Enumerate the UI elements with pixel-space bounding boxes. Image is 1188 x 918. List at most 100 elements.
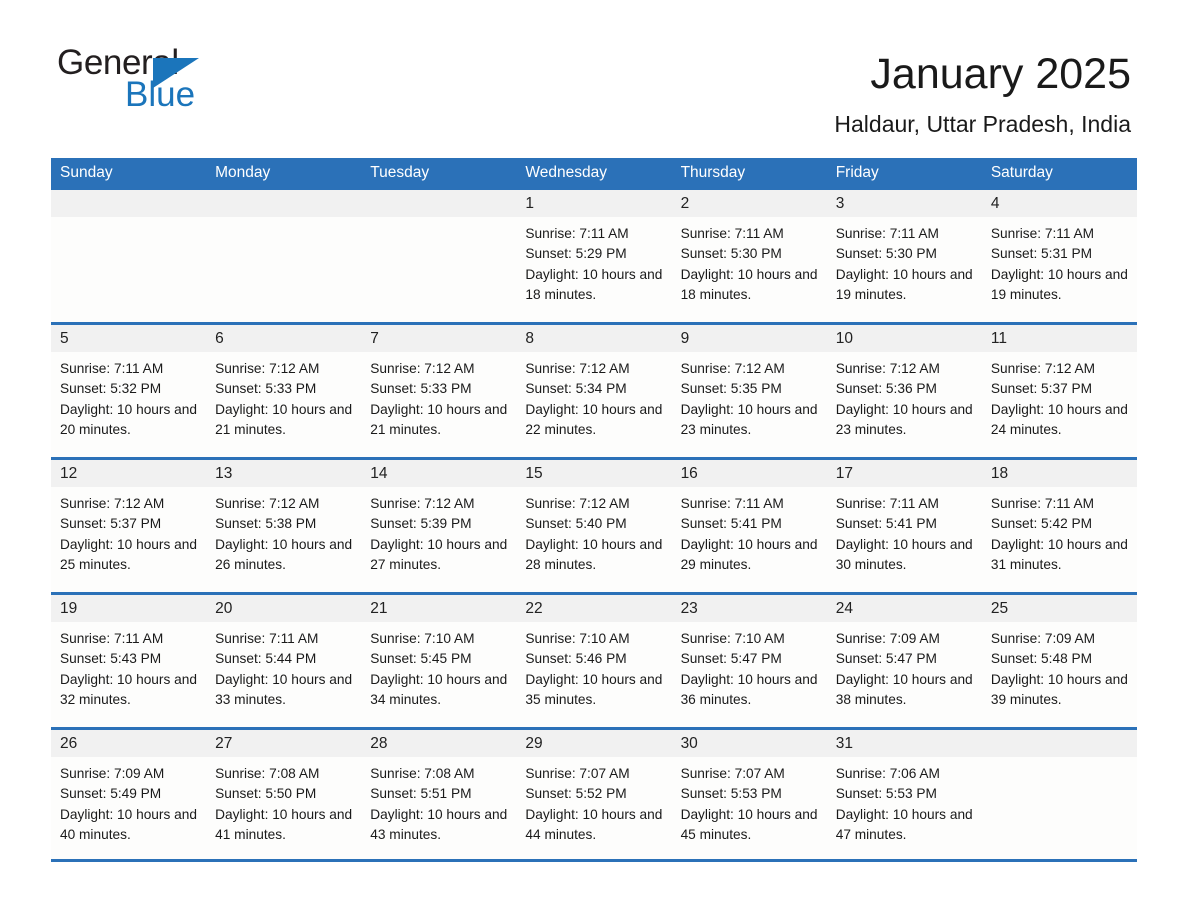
- daylight-text: Daylight: 10 hours and 33 minutes.: [215, 671, 353, 707]
- sunset-text: Sunset: 5:53 PM: [835, 786, 937, 802]
- calendar-day-cell[interactable]: 29 Sunrise: 7:07 AM Sunset: 5:52 PM Dayligh…: [516, 730, 672, 859]
- calendar-day-cell[interactable]: 16 Sunrise: 7:11 AM Sunset: 5:41 PM Dayligh…: [671, 460, 827, 592]
- day-details: Sunrise: 7:10 AM Sunset: 5:47 PM Daylight:…: [672, 622, 827, 710]
- sunrise-text: Sunrise: 7:11 AM: [215, 631, 319, 646]
- calendar-day-cell[interactable]: 10 Sunrise: 7:12 AM Sunset: 5:36 PM Dayligh…: [826, 325, 982, 457]
- triangle-flag-icon: [153, 58, 199, 88]
- calendar-day-cell[interactable]: 3 Sunrise: 7:11 AM Sunset: 5:30 PM Daylight…: [826, 190, 982, 322]
- calendar-day-cell[interactable]: 12 Sunrise: 7:12 AM Sunset: 5:37 PM Dayligh…: [51, 460, 207, 592]
- calendar-day-cell[interactable]: 20 Sunrise: 7:11 AM Sunset: 5:44 PM Dayligh…: [206, 595, 362, 727]
- daylight-text: Daylight: 10 hours and 39 minutes.: [990, 671, 1128, 707]
- day-number: 27: [206, 730, 362, 757]
- day-details: Sunrise: 7:12 AM Sunset: 5:36 PM Daylight:…: [827, 352, 982, 440]
- calendar-day-cell[interactable]: 19 Sunrise: 7:11 AM Sunset: 5:43 PM Dayligh…: [51, 595, 207, 727]
- calendar-day-cell[interactable]: 13 Sunrise: 7:12 AM Sunset: 5:38 PM Dayligh…: [206, 460, 362, 592]
- daylight-text: Daylight: 10 hours and 47 minutes.: [835, 806, 973, 842]
- daylight-text: Daylight: 10 hours and 30 minutes.: [835, 536, 973, 572]
- day-number: 29: [516, 730, 672, 757]
- sunrise-text: Sunrise: 7:11 AM: [835, 496, 939, 511]
- sunset-text: Sunset: 5:49 PM: [60, 786, 162, 802]
- sunrise-text: Sunrise: 7:12 AM: [525, 361, 630, 376]
- day-number: 17: [826, 460, 982, 487]
- calendar-day-cell[interactable]: 30 Sunrise: 7:07 AM Sunset: 5:53 PM Dayligh…: [671, 730, 827, 859]
- daylight-text: Daylight: 10 hours and 25 minutes.: [60, 536, 197, 572]
- day-details: Sunrise: 7:11 AM Sunset: 5:43 PM Daylight:…: [51, 622, 206, 710]
- calendar-day-cell-empty: [206, 190, 362, 322]
- day-details: Sunrise: 7:12 AM Sunset: 5:37 PM Daylight:…: [51, 487, 206, 575]
- calendar-day-cell[interactable]: 1 Sunrise: 7:11 AM Sunset: 5:29 PM Daylight…: [516, 190, 672, 322]
- sunrise-text: Sunrise: 7:08 AM: [215, 766, 320, 781]
- daylight-text: Daylight: 10 hours and 20 minutes.: [60, 401, 197, 437]
- day-number: 2: [671, 190, 827, 217]
- weekday-header-thursday: Thursday: [680, 164, 746, 181]
- day-details: Sunrise: 7:11 AM Sunset: 5:41 PM Daylight:…: [672, 487, 827, 575]
- generalblue-logo[interactable]: General Blue: [57, 44, 257, 124]
- sunrise-text: Sunrise: 7:11 AM: [525, 226, 629, 241]
- calendar-day-cell[interactable]: 27 Sunrise: 7:08 AM Sunset: 5:50 PM Dayligh…: [206, 730, 362, 859]
- sunrise-text: Sunrise: 7:07 AM: [680, 766, 785, 781]
- day-details: Sunrise: 7:12 AM Sunset: 5:34 PM Daylight:…: [516, 352, 671, 440]
- weekday-header-tuesday: Tuesday: [370, 164, 430, 181]
- sunset-text: Sunset: 5:43 PM: [60, 651, 162, 667]
- daylight-text: Daylight: 10 hours and 34 minutes.: [370, 671, 508, 707]
- day-details: Sunrise: 7:11 AM Sunset: 5:30 PM Daylight:…: [827, 217, 982, 305]
- daylight-text: Daylight: 10 hours and 40 minutes.: [60, 806, 197, 842]
- calendar-day-cell[interactable]: 2 Sunrise: 7:11 AM Sunset: 5:30 PM Daylight…: [671, 190, 827, 322]
- day-number: 11: [981, 325, 1137, 352]
- calendar-day-cell[interactable]: 18 Sunrise: 7:11 AM Sunset: 5:42 PM Dayligh…: [981, 460, 1137, 592]
- day-number: 8: [516, 325, 672, 352]
- calendar-day-cell[interactable]: 22 Sunrise: 7:10 AM Sunset: 5:46 PM Dayligh…: [516, 595, 672, 727]
- calendar-day-cell[interactable]: 24 Sunrise: 7:09 AM Sunset: 5:47 PM Dayligh…: [826, 595, 982, 727]
- calendar-day-cell[interactable]: 23 Sunrise: 7:10 AM Sunset: 5:47 PM Dayligh…: [671, 595, 827, 727]
- calendar-day-cell-empty: [51, 190, 207, 322]
- calendar-day-cell[interactable]: 8 Sunrise: 7:12 AM Sunset: 5:34 PM Daylight…: [516, 325, 672, 457]
- day-number: 28: [361, 730, 517, 757]
- sunset-text: Sunset: 5:41 PM: [680, 516, 782, 532]
- calendar-day-cell[interactable]: 17 Sunrise: 7:11 AM Sunset: 5:41 PM Dayligh…: [826, 460, 982, 592]
- daylight-text: Daylight: 10 hours and 23 minutes.: [680, 401, 818, 437]
- day-number: 25: [981, 595, 1137, 622]
- calendar-day-cell[interactable]: 21 Sunrise: 7:10 AM Sunset: 5:45 PM Dayligh…: [361, 595, 517, 727]
- calendar-day-cell[interactable]: 25 Sunrise: 7:09 AM Sunset: 5:48 PM Dayligh…: [981, 595, 1137, 727]
- sunset-text: Sunset: 5:45 PM: [370, 651, 472, 667]
- calendar-day-cell[interactable]: 5 Sunrise: 7:11 AM Sunset: 5:32 PM Daylight…: [51, 325, 207, 457]
- day-number: 24: [826, 595, 982, 622]
- sunset-text: Sunset: 5:44 PM: [215, 651, 317, 667]
- calendar-day-cell[interactable]: 31 Sunrise: 7:06 AM Sunset: 5:53 PM Dayligh…: [826, 730, 982, 859]
- sunset-text: Sunset: 5:37 PM: [990, 381, 1093, 397]
- sunrise-text: Sunrise: 7:12 AM: [370, 361, 475, 376]
- day-number: 13: [206, 460, 362, 487]
- daylight-text: Daylight: 10 hours and 36 minutes.: [680, 671, 818, 707]
- sunrise-text: Sunrise: 7:12 AM: [215, 496, 320, 511]
- sunrise-text: Sunrise: 7:06 AM: [835, 766, 940, 781]
- sunset-text: Sunset: 5:35 PM: [680, 381, 782, 397]
- sunset-text: Sunset: 5:46 PM: [525, 651, 627, 667]
- calendar-day-cell[interactable]: 28 Sunrise: 7:08 AM Sunset: 5:51 PM Dayligh…: [361, 730, 517, 859]
- day-number: 7: [361, 325, 517, 352]
- calendar-day-cell[interactable]: 7 Sunrise: 7:12 AM Sunset: 5:33 PM Daylight…: [361, 325, 517, 457]
- sunset-text: Sunset: 5:52 PM: [525, 786, 627, 802]
- calendar-weeks: 1 Sunrise: 7:11 AM Sunset: 5:29 PM Daylight…: [51, 187, 1137, 862]
- calendar-day-cell[interactable]: 4 Sunrise: 7:11 AM Sunset: 5:31 PM Daylight…: [981, 190, 1137, 322]
- sunset-text: Sunset: 5:34 PM: [525, 381, 627, 397]
- day-details: Sunrise: 7:09 AM Sunset: 5:47 PM Daylight:…: [827, 622, 982, 710]
- weekday-header-sunday: Sunday: [60, 164, 113, 181]
- weekday-header-friday: Friday: [835, 164, 879, 181]
- sunset-text: Sunset: 5:30 PM: [680, 246, 782, 262]
- calendar-day-cell[interactable]: 6 Sunrise: 7:12 AM Sunset: 5:33 PM Daylight…: [206, 325, 362, 457]
- day-number: 31: [826, 730, 982, 757]
- daylight-text: Daylight: 10 hours and 19 minutes.: [835, 266, 973, 302]
- daylight-text: Daylight: 10 hours and 19 minutes.: [990, 266, 1128, 302]
- day-number: 9: [671, 325, 827, 352]
- sunset-text: Sunset: 5:29 PM: [525, 246, 627, 262]
- calendar-day-cell[interactable]: 15 Sunrise: 7:12 AM Sunset: 5:40 PM Dayligh…: [516, 460, 672, 592]
- calendar-day-cell[interactable]: 14 Sunrise: 7:12 AM Sunset: 5:39 PM Dayligh…: [361, 460, 517, 592]
- calendar-day-cell[interactable]: 26 Sunrise: 7:09 AM Sunset: 5:49 PM Dayligh…: [51, 730, 207, 859]
- day-number: 14: [361, 460, 517, 487]
- sunrise-text: Sunrise: 7:11 AM: [990, 226, 1095, 241]
- day-number: 23: [671, 595, 827, 622]
- sunrise-text: Sunrise: 7:12 AM: [680, 361, 785, 376]
- calendar-day-cell[interactable]: 11 Sunrise: 7:12 AM Sunset: 5:37 PM Dayligh…: [981, 325, 1137, 457]
- calendar-day-cell[interactable]: 9 Sunrise: 7:12 AM Sunset: 5:35 PM Daylight…: [671, 325, 827, 457]
- sunset-text: Sunset: 5:50 PM: [215, 786, 317, 802]
